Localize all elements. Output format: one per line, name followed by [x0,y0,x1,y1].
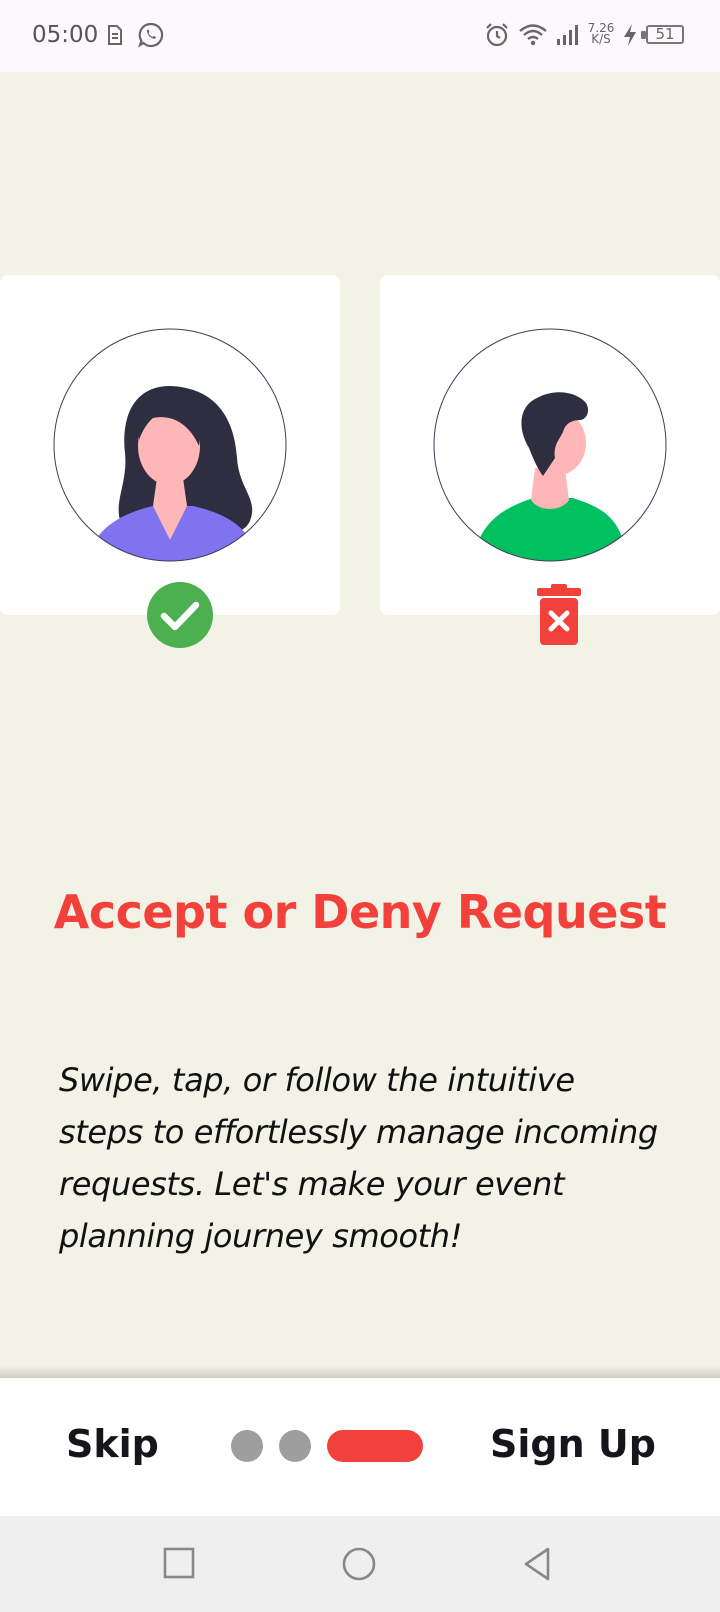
sign-up-button[interactable]: Sign Up [490,1422,656,1466]
status-bar: 05:00 7.26 K/S 51 [0,0,720,72]
net-speed: 7.26 K/S [586,22,616,46]
whatsapp-icon [138,22,164,48]
charging-icon [624,24,636,46]
trash-icon[interactable] [536,584,582,646]
back-button[interactable] [520,1546,556,1582]
page-title: Accept or Deny Request [53,885,667,939]
signal-icon [557,25,578,45]
woman-avatar-icon [53,328,287,562]
status-time: 05:00 [32,22,99,48]
net-speed-unit: K/S [591,32,611,46]
page-indicator-dot-1[interactable] [231,1430,263,1462]
page-indicator-dot-3-active[interactable] [327,1430,423,1462]
alarm-icon [486,23,508,47]
wifi-icon [519,24,547,46]
onboarding-description: Swipe, tap, or follow the intuitive step… [59,1061,658,1255]
page-indicator-dot-2[interactable] [279,1430,311,1462]
battery-icon: 51 [646,25,684,44]
denied-profile-card [380,275,720,615]
recents-button[interactable] [162,1546,198,1582]
sim-icon [108,25,122,45]
accepted-profile-card [0,275,340,615]
check-circle-icon[interactable] [146,581,214,649]
home-button[interactable] [341,1546,377,1582]
man-avatar-icon [433,328,667,562]
skip-button[interactable]: Skip [66,1422,159,1466]
